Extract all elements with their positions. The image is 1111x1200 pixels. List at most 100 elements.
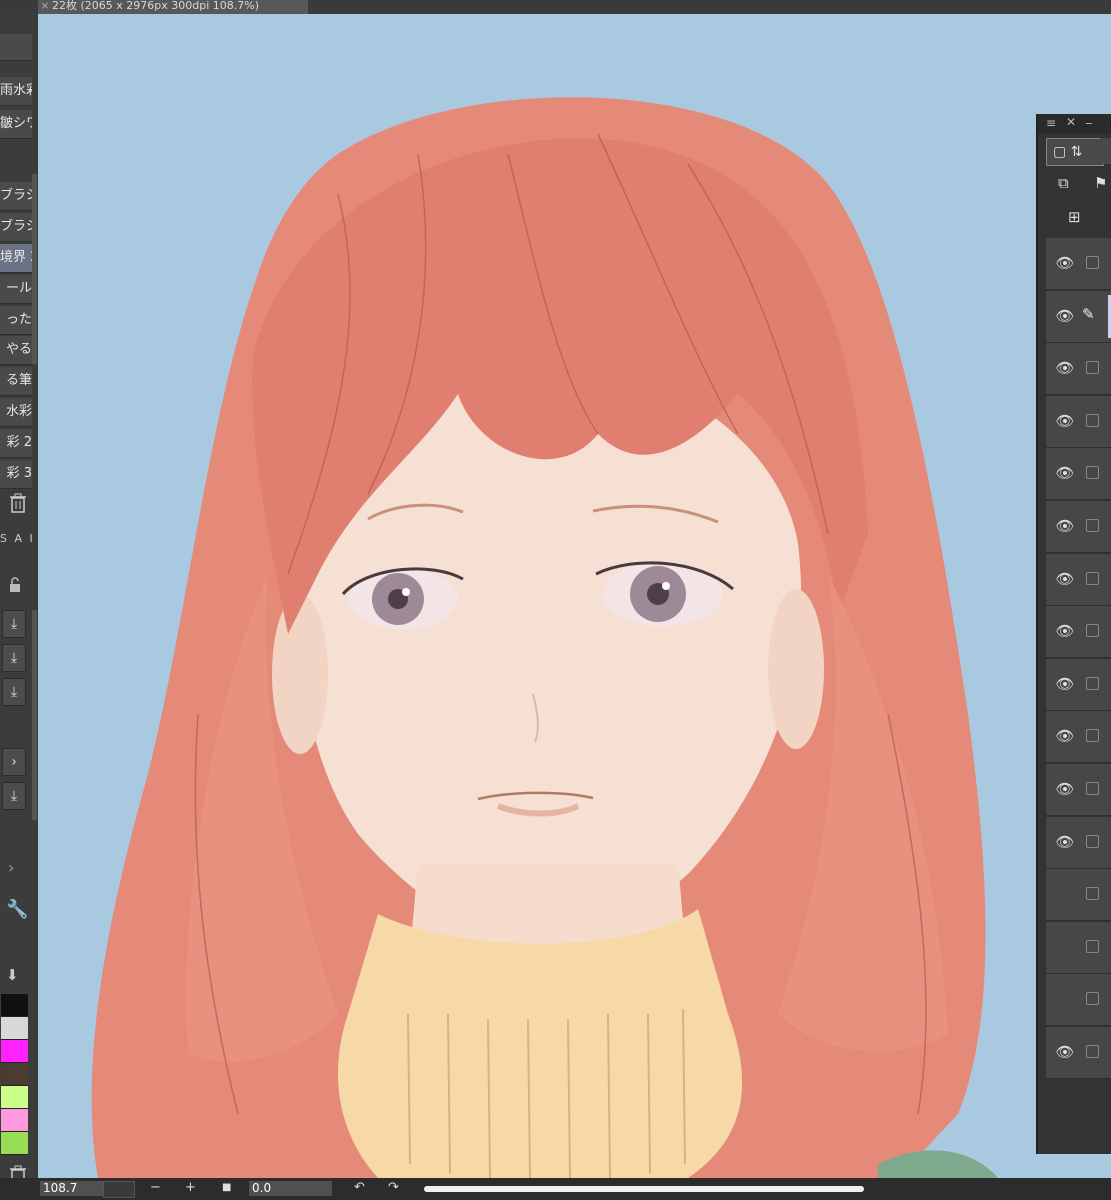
zoom-in-button[interactable]: +	[185, 1180, 196, 1195]
layer-lock-checkbox[interactable]	[1086, 361, 1099, 375]
layer-row[interactable]: 👁	[1046, 816, 1111, 869]
menu-icon[interactable]: ≡	[1046, 116, 1056, 130]
download-icon[interactable]: ⤓	[2, 782, 26, 810]
layer-lock-checkbox[interactable]	[1086, 256, 1099, 269]
layer-lock-checkbox[interactable]	[1086, 887, 1099, 901]
reference-layer-icon[interactable]: ⧉	[1058, 174, 1069, 192]
color-swatch-brown[interactable]	[1, 1063, 28, 1086]
layer-row[interactable]: 👁	[1046, 658, 1111, 711]
import-icon[interactable]: ⬇	[6, 966, 19, 984]
brush-item-7[interactable]: った	[0, 306, 32, 335]
brush-item-9[interactable]: る筆	[0, 367, 32, 396]
layer-color-swatch[interactable]	[1100, 138, 1111, 164]
chevron-right-icon[interactable]: ›	[8, 858, 14, 877]
sub-tool-slot-blank-1[interactable]	[0, 34, 32, 61]
layer-row[interactable]: 👁	[1046, 764, 1111, 816]
lock-icon[interactable]	[6, 576, 24, 594]
eye-icon[interactable]: 👁	[1054, 622, 1076, 640]
trash-icon[interactable]	[8, 492, 28, 514]
horizontal-scrollbar[interactable]	[424, 1186, 864, 1192]
wrench-icon[interactable]: 🔧	[6, 899, 28, 920]
download-icon[interactable]: ⤓	[2, 678, 26, 706]
color-swatch-pink[interactable]	[1, 1109, 28, 1132]
layer-row[interactable]: 👁	[1046, 395, 1111, 448]
minimize-icon[interactable]: _	[1086, 110, 1092, 124]
brush-item-3[interactable]: ブラシ	[0, 182, 32, 211]
layer-row[interactable]	[1046, 921, 1111, 974]
layer-type-select[interactable]: ▢ ⇅	[1046, 138, 1104, 166]
layer-lock-checkbox[interactable]	[1086, 782, 1099, 795]
rotate-left-icon[interactable]: ↶	[354, 1180, 365, 1195]
eye-hidden-slot[interactable]	[1054, 938, 1076, 956]
drawing-canvas[interactable]	[38, 14, 1111, 1178]
eye-icon[interactable]: 👁	[1054, 833, 1076, 851]
new-layer-icon[interactable]: ⊞	[1068, 208, 1081, 226]
layer-lock-checkbox[interactable]	[1086, 519, 1099, 532]
layer-row[interactable]	[1046, 869, 1111, 922]
fit-view-icon[interactable]: ■	[222, 1182, 231, 1193]
layer-lock-checkbox[interactable]	[1086, 939, 1099, 953]
eye-icon[interactable]: 👁	[1054, 727, 1076, 745]
layer-row[interactable]: 👁	[1046, 448, 1111, 501]
layer-row[interactable]: 👁	[1046, 711, 1111, 764]
eye-icon[interactable]: 👁	[1054, 1043, 1076, 1061]
eye-icon[interactable]: 👁	[1054, 675, 1076, 693]
layer-row[interactable]: 👁	[1046, 606, 1111, 659]
color-swatch-lightgreen[interactable]	[1, 1086, 28, 1109]
download-icon[interactable]: ⤓	[2, 644, 26, 672]
rotation-field[interactable]: 0.0	[249, 1181, 332, 1196]
color-swatch-magenta[interactable]	[1, 1040, 28, 1063]
brush-item-11[interactable]: 彩 2	[0, 429, 32, 458]
brush-item-8[interactable]: やる	[0, 336, 32, 365]
brush-item-12[interactable]: 彩 3	[0, 460, 32, 489]
eye-hidden-slot[interactable]	[1054, 990, 1076, 1008]
eye-icon[interactable]: 👁	[1054, 570, 1076, 588]
layer-lock-checkbox[interactable]	[1086, 676, 1099, 690]
document-tab[interactable]: × 22枚 (2065 x 2976px 300dpi 108.7%)	[38, 0, 308, 14]
color-swatch-black[interactable]	[1, 994, 28, 1017]
brush-item-10[interactable]: 水彩	[0, 398, 32, 427]
brush-list-scrollbar[interactable]	[32, 174, 37, 364]
eye-icon[interactable]: 👁	[1054, 359, 1076, 377]
layer-lock-checkbox[interactable]	[1086, 834, 1099, 848]
eye-icon[interactable]: 👁	[1054, 517, 1076, 535]
eye-icon[interactable]: 👁	[1054, 464, 1076, 482]
zoom-slider[interactable]	[103, 1181, 135, 1198]
layer-lock-checkbox[interactable]	[1086, 729, 1099, 743]
lighthouse-icon[interactable]: ⚑	[1094, 174, 1107, 192]
zoom-field[interactable]: 108.7	[40, 1181, 103, 1196]
eye-icon[interactable]: 👁	[1054, 412, 1076, 430]
layer-row[interactable]: 👁 ✎	[1046, 290, 1111, 343]
brush-item-2[interactable]: 皺シワ	[0, 110, 32, 139]
close-tab-icon[interactable]: ×	[38, 0, 52, 12]
brush-item-5-selected[interactable]: 境界 2	[0, 244, 32, 273]
close-icon[interactable]: ✕	[1066, 115, 1076, 129]
layer-lock-checkbox[interactable]	[1086, 571, 1099, 585]
eye-icon[interactable]: 👁	[1054, 254, 1076, 272]
download-icon[interactable]: ⤓	[2, 610, 26, 638]
layer-lock-checkbox[interactable]	[1086, 624, 1099, 638]
layer-row[interactable]: 👁	[1046, 343, 1111, 396]
brush-item-4[interactable]: ブラシ	[0, 213, 32, 242]
color-swatch-lightgray[interactable]	[1, 1017, 28, 1040]
brush-item-6[interactable]: ール	[0, 275, 32, 304]
eye-icon[interactable]: 👁	[1054, 780, 1076, 798]
layer-row[interactable]: 👁	[1046, 1027, 1111, 1079]
color-swatch-green[interactable]	[1, 1132, 28, 1155]
eye-hidden-slot[interactable]	[1054, 885, 1076, 903]
layer-row[interactable]: 👁	[1046, 501, 1111, 553]
chevron-right-icon[interactable]: ›	[2, 748, 26, 776]
eye-icon[interactable]: 👁	[1054, 307, 1076, 325]
layer-lock-checkbox[interactable]	[1086, 992, 1099, 1006]
rotate-right-icon[interactable]: ↷	[388, 1180, 399, 1195]
property-scrollbar[interactable]	[32, 610, 37, 820]
layer-row[interactable]	[1046, 974, 1111, 1027]
layer-lock-checkbox[interactable]	[1086, 413, 1099, 427]
blend-tabs[interactable]: S A I	[0, 532, 36, 545]
brush-item-1[interactable]: 雨水彩	[0, 77, 32, 106]
layer-lock-checkbox[interactable]	[1086, 1045, 1099, 1058]
layer-lock-checkbox[interactable]	[1086, 466, 1099, 480]
zoom-out-button[interactable]: −	[150, 1180, 161, 1195]
layer-row[interactable]: 👁	[1046, 553, 1111, 606]
layer-row[interactable]: 👁	[1046, 238, 1111, 290]
